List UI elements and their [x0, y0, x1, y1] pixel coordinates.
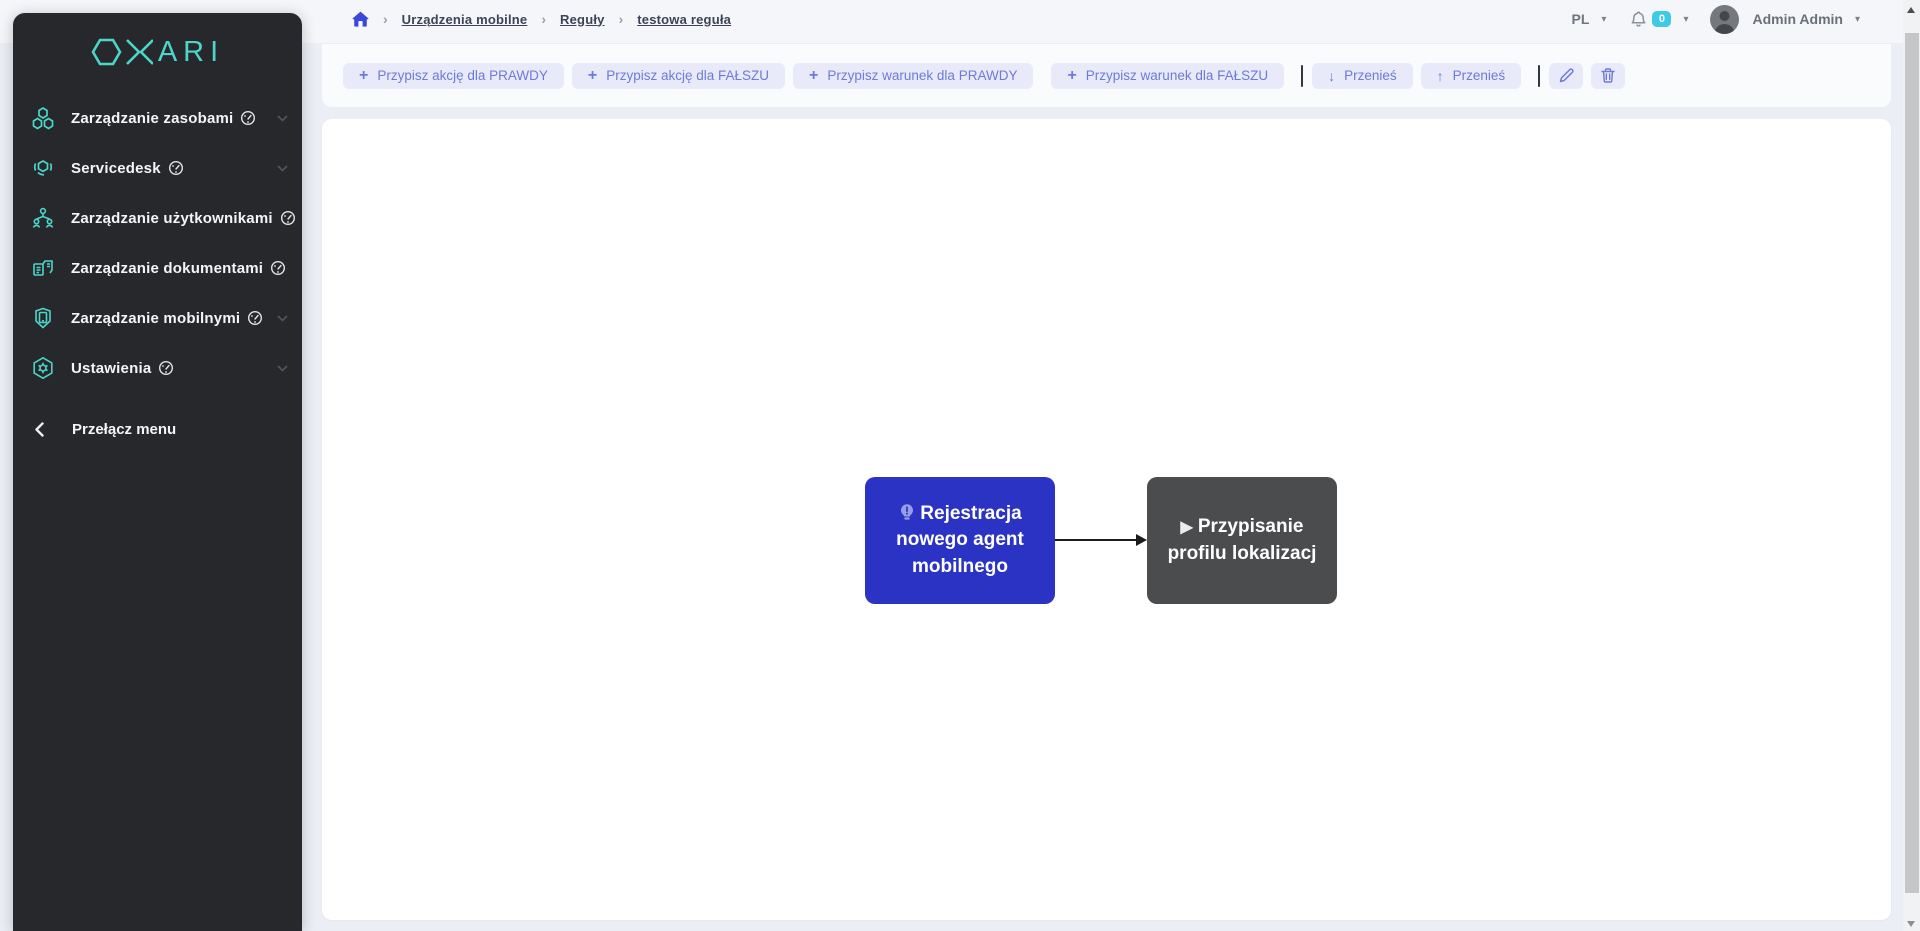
plus-icon: + [359, 68, 368, 84]
chevron-down-icon [286, 265, 288, 272]
sidebar-toggle-menu[interactable]: Przełącz menu [13, 407, 302, 451]
gauge-icon [158, 360, 174, 376]
gauge-icon [168, 160, 184, 176]
button-label: Przypisz warunek dla FAŁSZU [1086, 68, 1268, 83]
sidebar-item-label: Zarządzanie zasobami [71, 110, 233, 127]
chevron-down-icon[interactable]: ▾ [1601, 14, 1606, 25]
sidebar-item-zarzadzanie-uzytkownikami[interactable]: Zarządzanie użytkownikami [13, 193, 302, 243]
sidebar-item-zarzadzanie-dokumentami[interactable]: Zarządzanie dokumentami [13, 243, 302, 293]
sidebar-item-ustawienia[interactable]: Ustawienia [13, 343, 302, 393]
arrow-up-icon: ↑ [1437, 68, 1444, 84]
move-up-button[interactable]: ↑ Przenieś [1421, 63, 1522, 89]
sidebar-item-zarzadzanie-zasobami[interactable]: Zarządzanie zasobami [13, 93, 302, 143]
breadcrumb: › Urządzenia mobilne › Reguły › testowa … [352, 0, 731, 38]
assign-action-false-button[interactable]: + Przypisz akcję dla FAŁSZU [572, 63, 785, 89]
plus-icon: + [588, 68, 597, 84]
gauge-icon [247, 310, 263, 326]
button-label: Przypisz warunek dla PRAWDY [827, 68, 1017, 83]
edit-button[interactable] [1549, 63, 1583, 89]
chevron-down-icon [277, 365, 288, 372]
gear-hexagon-icon [31, 356, 55, 380]
scrollbar-up-arrow[interactable] [1907, 7, 1915, 13]
flow-node-action[interactable]: ▶Przypisanie profilu lokalizacj [1147, 477, 1337, 604]
toolbar-divider [1301, 65, 1303, 87]
rule-toolbar: + Przypisz akcję dla PRAWDY + Przypisz a… [322, 44, 1891, 107]
notification-count-badge: 0 [1652, 11, 1671, 27]
play-icon: ▶ [1181, 519, 1193, 536]
sidebar-item-zarzadzanie-mobilnymi[interactable]: Zarządzanie mobilnymi [13, 293, 302, 343]
sidebar-item-label: Ustawienia [71, 360, 151, 377]
scrollbar-down-arrow[interactable] [1907, 921, 1915, 927]
breadcrumb-link-urzadzenia-mobilne[interactable]: Urządzenia mobilne [402, 12, 528, 27]
assign-condition-true-button[interactable]: + Przypisz warunek dla PRAWDY [793, 63, 1033, 89]
delete-button[interactable] [1591, 63, 1625, 89]
breadcrumb-link-reguly[interactable]: Reguły [560, 12, 605, 27]
rule-editor-screen: › Urządzenia mobilne › Reguły › testowa … [0, 0, 1920, 931]
logo[interactable]: ARI [13, 13, 302, 91]
gauge-icon [240, 110, 256, 126]
headset-icon [31, 156, 55, 180]
breadcrumb-link-testowa-regula[interactable]: testowa reguła [637, 12, 731, 27]
assign-action-true-button[interactable]: + Przypisz akcję dla PRAWDY [343, 63, 564, 89]
scrollbar-thumb[interactable] [1905, 33, 1919, 893]
lightbulb-alert-icon [898, 503, 916, 521]
rule-flow-canvas: Rejestracja nowego agent mobilnego ▶Przy… [322, 119, 1891, 920]
chevron-down-icon [277, 315, 288, 322]
chevron-down-icon [277, 165, 288, 172]
breadcrumb-separator: › [619, 11, 624, 27]
logo-ox-glyphs [91, 36, 153, 68]
hexagons-cluster-icon [31, 106, 55, 130]
gauge-icon [280, 210, 296, 226]
home-icon[interactable] [352, 11, 369, 27]
sidebar-item-servicedesk[interactable]: Servicedesk [13, 143, 302, 193]
arrow-down-icon: ↓ [1328, 68, 1335, 84]
flow-edge-arrow [1055, 539, 1147, 542]
sidebar-item-label: Zarządzanie mobilnymi [71, 310, 240, 327]
sidebar-item-label: Zarządzanie dokumentami [71, 260, 263, 277]
pencil-icon [1559, 68, 1574, 83]
button-label: Przypisz akcję dla FAŁSZU [606, 68, 769, 83]
mobile-device-icon [31, 306, 55, 330]
edge-line [1055, 539, 1139, 541]
sidebar-item-label: Zarządzanie użytkownikami [71, 210, 273, 227]
button-label: Przypisz akcję dla PRAWDY [377, 68, 548, 83]
language-selector[interactable]: PL [1572, 11, 1590, 27]
move-down-button[interactable]: ↓ Przenieś [1312, 63, 1413, 89]
topbar-right-cluster: PL ▾ 0 ▾ Admin Admin ▾ [1572, 0, 1860, 38]
logo-text: ARI [158, 36, 224, 69]
button-label: Przenieś [1453, 68, 1506, 83]
bell-icon [1630, 11, 1647, 28]
plus-icon: + [809, 68, 818, 84]
documents-icon [31, 256, 55, 280]
org-users-icon [31, 206, 55, 230]
avatar[interactable] [1710, 5, 1739, 34]
flow-node-trigger[interactable]: Rejestracja nowego agent mobilnego [865, 477, 1055, 604]
breadcrumb-separator: › [383, 11, 388, 27]
assign-condition-false-button[interactable]: + Przypisz warunek dla FAŁSZU [1051, 63, 1284, 89]
person-icon [1710, 5, 1739, 34]
sidebar-toggle-label: Przełącz menu [72, 421, 176, 438]
chevron-left-icon [35, 422, 44, 437]
notifications-button[interactable]: 0 [1630, 11, 1671, 28]
button-label: Przenieś [1344, 68, 1397, 83]
trash-icon [1601, 68, 1615, 83]
chevron-down-icon [277, 115, 288, 122]
plus-icon: + [1067, 68, 1076, 84]
arrowhead-icon [1136, 534, 1147, 546]
toolbar-divider [1538, 65, 1540, 87]
chevron-down-icon[interactable]: ▾ [1683, 14, 1688, 25]
breadcrumb-separator: › [541, 11, 546, 27]
sidebar-item-label: Servicedesk [71, 160, 161, 177]
chevron-down-icon[interactable]: ▾ [1855, 14, 1860, 25]
vertical-scrollbar [1903, 0, 1920, 931]
sidebar-nav: Zarządzanie zasobami Servicedesk [13, 91, 302, 451]
sidebar: ARI Zarządzanie zasobami [13, 13, 302, 931]
user-menu[interactable]: Admin Admin [1752, 11, 1842, 27]
gauge-icon [270, 260, 286, 276]
